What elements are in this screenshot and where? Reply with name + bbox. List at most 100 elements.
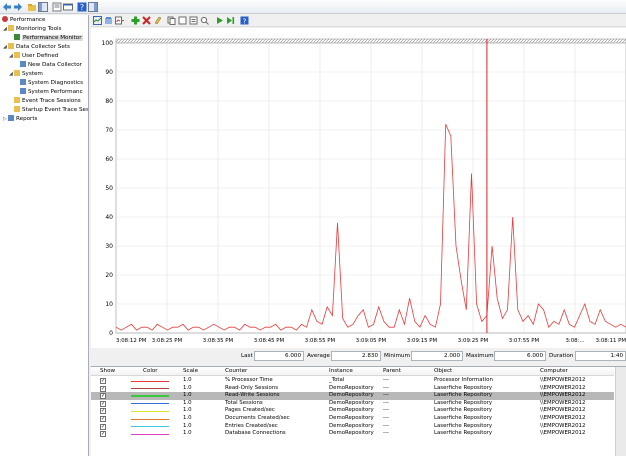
view-log-data-icon[interactable]: [104, 16, 113, 25]
y-tick-label: 30: [105, 243, 113, 250]
highlight-icon[interactable]: [153, 16, 162, 25]
show-checkbox[interactable]: ✓: [100, 393, 106, 400]
duration-value: 1:40: [575, 351, 626, 361]
tree-item-label: Performance: [10, 17, 46, 23]
header-show[interactable]: Show: [100, 368, 115, 374]
table-row[interactable]: ✓ 1.0 Database Connections DemoRepository --…: [91, 430, 614, 438]
show-checkbox[interactable]: ✓: [100, 416, 106, 422]
show-hide-tree-icon[interactable]: [38, 2, 48, 12]
header-scale[interactable]: Scale: [183, 368, 198, 374]
delete-counter-icon[interactable]: [142, 16, 151, 25]
cell-instance: DemoRepository: [329, 384, 374, 391]
header-counter[interactable]: Counter: [225, 368, 247, 374]
tree-item[interactable]: Event Trace Sessions: [14, 97, 81, 106]
table-row[interactable]: ✓ 1.0 % Processor Time _Total --- Processor I…: [91, 377, 614, 385]
tree-item[interactable]: System Performanc: [20, 88, 83, 97]
zoom-icon[interactable]: [200, 16, 209, 25]
duration-label: Duration: [549, 353, 574, 359]
show-checkbox[interactable]: ✓: [100, 431, 106, 438]
header-object[interactable]: Object: [434, 368, 452, 374]
show-checkbox[interactable]: ✓: [100, 423, 106, 430]
show-checkbox[interactable]: ✓: [100, 400, 106, 407]
tree-item-label: Data Collector Sets: [16, 44, 70, 50]
copy-properties-icon[interactable]: [167, 16, 176, 25]
properties-icon[interactable]: [52, 2, 62, 12]
show-checkbox[interactable]: ✓: [100, 385, 106, 392]
tree-item-label: System Diagnostics: [28, 80, 84, 86]
tree-item-label: Monitoring Tools: [16, 26, 62, 32]
expanded-arrow-icon[interactable]: ◢: [3, 43, 7, 52]
show-checkbox[interactable]: ✓: [100, 408, 106, 415]
show-checkbox[interactable]: ✓: [100, 378, 106, 384]
header-parent[interactable]: Parent: [383, 368, 401, 374]
tree-item[interactable]: ▷ Reports: [3, 115, 37, 124]
average-value: 2.830: [331, 351, 381, 361]
header-instance[interactable]: Instance: [329, 368, 353, 374]
tree-item-label: Event Trace Sessions: [22, 98, 81, 104]
y-tick-label: 40: [105, 214, 113, 221]
view-current-activity-icon[interactable]: [93, 16, 102, 25]
cell-instance: DemoRepository: [329, 407, 374, 414]
table-row[interactable]: ✓ 1.0 Read-Write Sessions DemoRepository ---…: [91, 392, 614, 400]
maximum-value: 6.000: [494, 351, 546, 361]
color-swatch: [131, 395, 169, 398]
help-icon[interactable]: ?: [77, 2, 87, 12]
back-arrow-icon[interactable]: [2, 2, 12, 12]
tree-item[interactable]: ◢ System: [9, 70, 43, 79]
cell-instance: DemoRepository: [329, 399, 374, 406]
freeze-display-icon[interactable]: [215, 16, 224, 25]
forward-arrow-icon[interactable]: [13, 2, 23, 12]
maximum-label: Maximum: [466, 353, 494, 359]
tree-item-label: Startup Event Trace Ses: [22, 107, 89, 113]
performance-graph[interactable]: 0 10 20 30 40 50 60 70 80 90 100 3:08:12 PM 3:08:25 …: [91, 28, 626, 348]
help-icon[interactable]: ?: [240, 16, 249, 25]
header-color[interactable]: Color: [143, 368, 158, 374]
performance-icon: [2, 16, 8, 22]
tree-item[interactable]: ◢ Monitoring Tools: [3, 25, 62, 34]
legend-scrollbar[interactable]: [615, 367, 626, 456]
cell-object: Processor Information: [434, 377, 493, 383]
data-collector-icon: [8, 43, 14, 49]
cell-counter: Total Sessions: [225, 399, 263, 406]
action-pane-icon[interactable]: [88, 2, 98, 12]
graph-top-band: [115, 38, 626, 44]
expanded-arrow-icon[interactable]: ◢: [3, 25, 7, 34]
y-tick-label: 10: [105, 301, 113, 308]
tree-item[interactable]: System Diagnostics: [20, 79, 83, 88]
cell-computer: \\EMPOWER2012: [540, 407, 586, 414]
cell-object: Laserfiche Repository: [434, 430, 493, 437]
cell-counter: Read-Write Sessions: [225, 392, 280, 399]
table-row[interactable]: ✓ 1.0 Documents Created/sec DemoRepository -…: [91, 415, 614, 423]
table-row[interactable]: ✓ 1.0 Pages Created/sec DemoRepository --- La…: [91, 407, 614, 415]
tree-item[interactable]: Performance Monitor: [14, 34, 83, 43]
y-tick-label: 100: [102, 40, 114, 47]
change-graph-type-icon[interactable]: [115, 16, 124, 25]
counter-legend-table: Show Color Scale Counter Instance Parent…: [91, 366, 626, 456]
tree-item[interactable]: Performance: [2, 16, 45, 25]
cell-object: Laserfiche Repository: [434, 399, 493, 406]
tree-item[interactable]: New Data Collector: [20, 61, 82, 70]
properties-icon[interactable]: [189, 16, 198, 25]
average-label: Average: [307, 353, 330, 359]
header-computer[interactable]: Computer: [540, 368, 568, 374]
table-row[interactable]: ✓ 1.0 Total Sessions DemoRepository --- Laser…: [91, 400, 614, 408]
update-data-icon[interactable]: [226, 16, 235, 25]
cell-computer: \\EMPOWER2012: [540, 415, 586, 421]
add-counter-icon[interactable]: [131, 16, 140, 25]
tree-item[interactable]: ◢ User Defined: [9, 52, 58, 61]
tree-item[interactable]: Startup Event Trace Ses: [14, 106, 89, 115]
cell-counter: Pages Created/sec: [225, 407, 275, 414]
tree-item[interactable]: ◢ Data Collector Sets: [3, 43, 70, 52]
trace-icon: [14, 97, 20, 103]
color-swatch: [131, 403, 169, 405]
folder-icon: [14, 70, 20, 76]
expanded-arrow-icon[interactable]: ◢: [9, 70, 13, 79]
trace-icon: [14, 106, 20, 112]
table-row[interactable]: ✓ 1.0 Read-Only Sessions DemoRepository --- L…: [91, 385, 614, 393]
collapsed-arrow-icon[interactable]: ▷: [3, 115, 7, 124]
console-icon[interactable]: [63, 2, 73, 12]
up-folder-icon[interactable]: [27, 2, 37, 12]
paste-counter-list-icon[interactable]: [178, 16, 187, 25]
expanded-arrow-icon[interactable]: ◢: [9, 52, 13, 61]
table-row[interactable]: ✓ 1.0 Entries Created/sec DemoRepository ---…: [91, 423, 614, 431]
